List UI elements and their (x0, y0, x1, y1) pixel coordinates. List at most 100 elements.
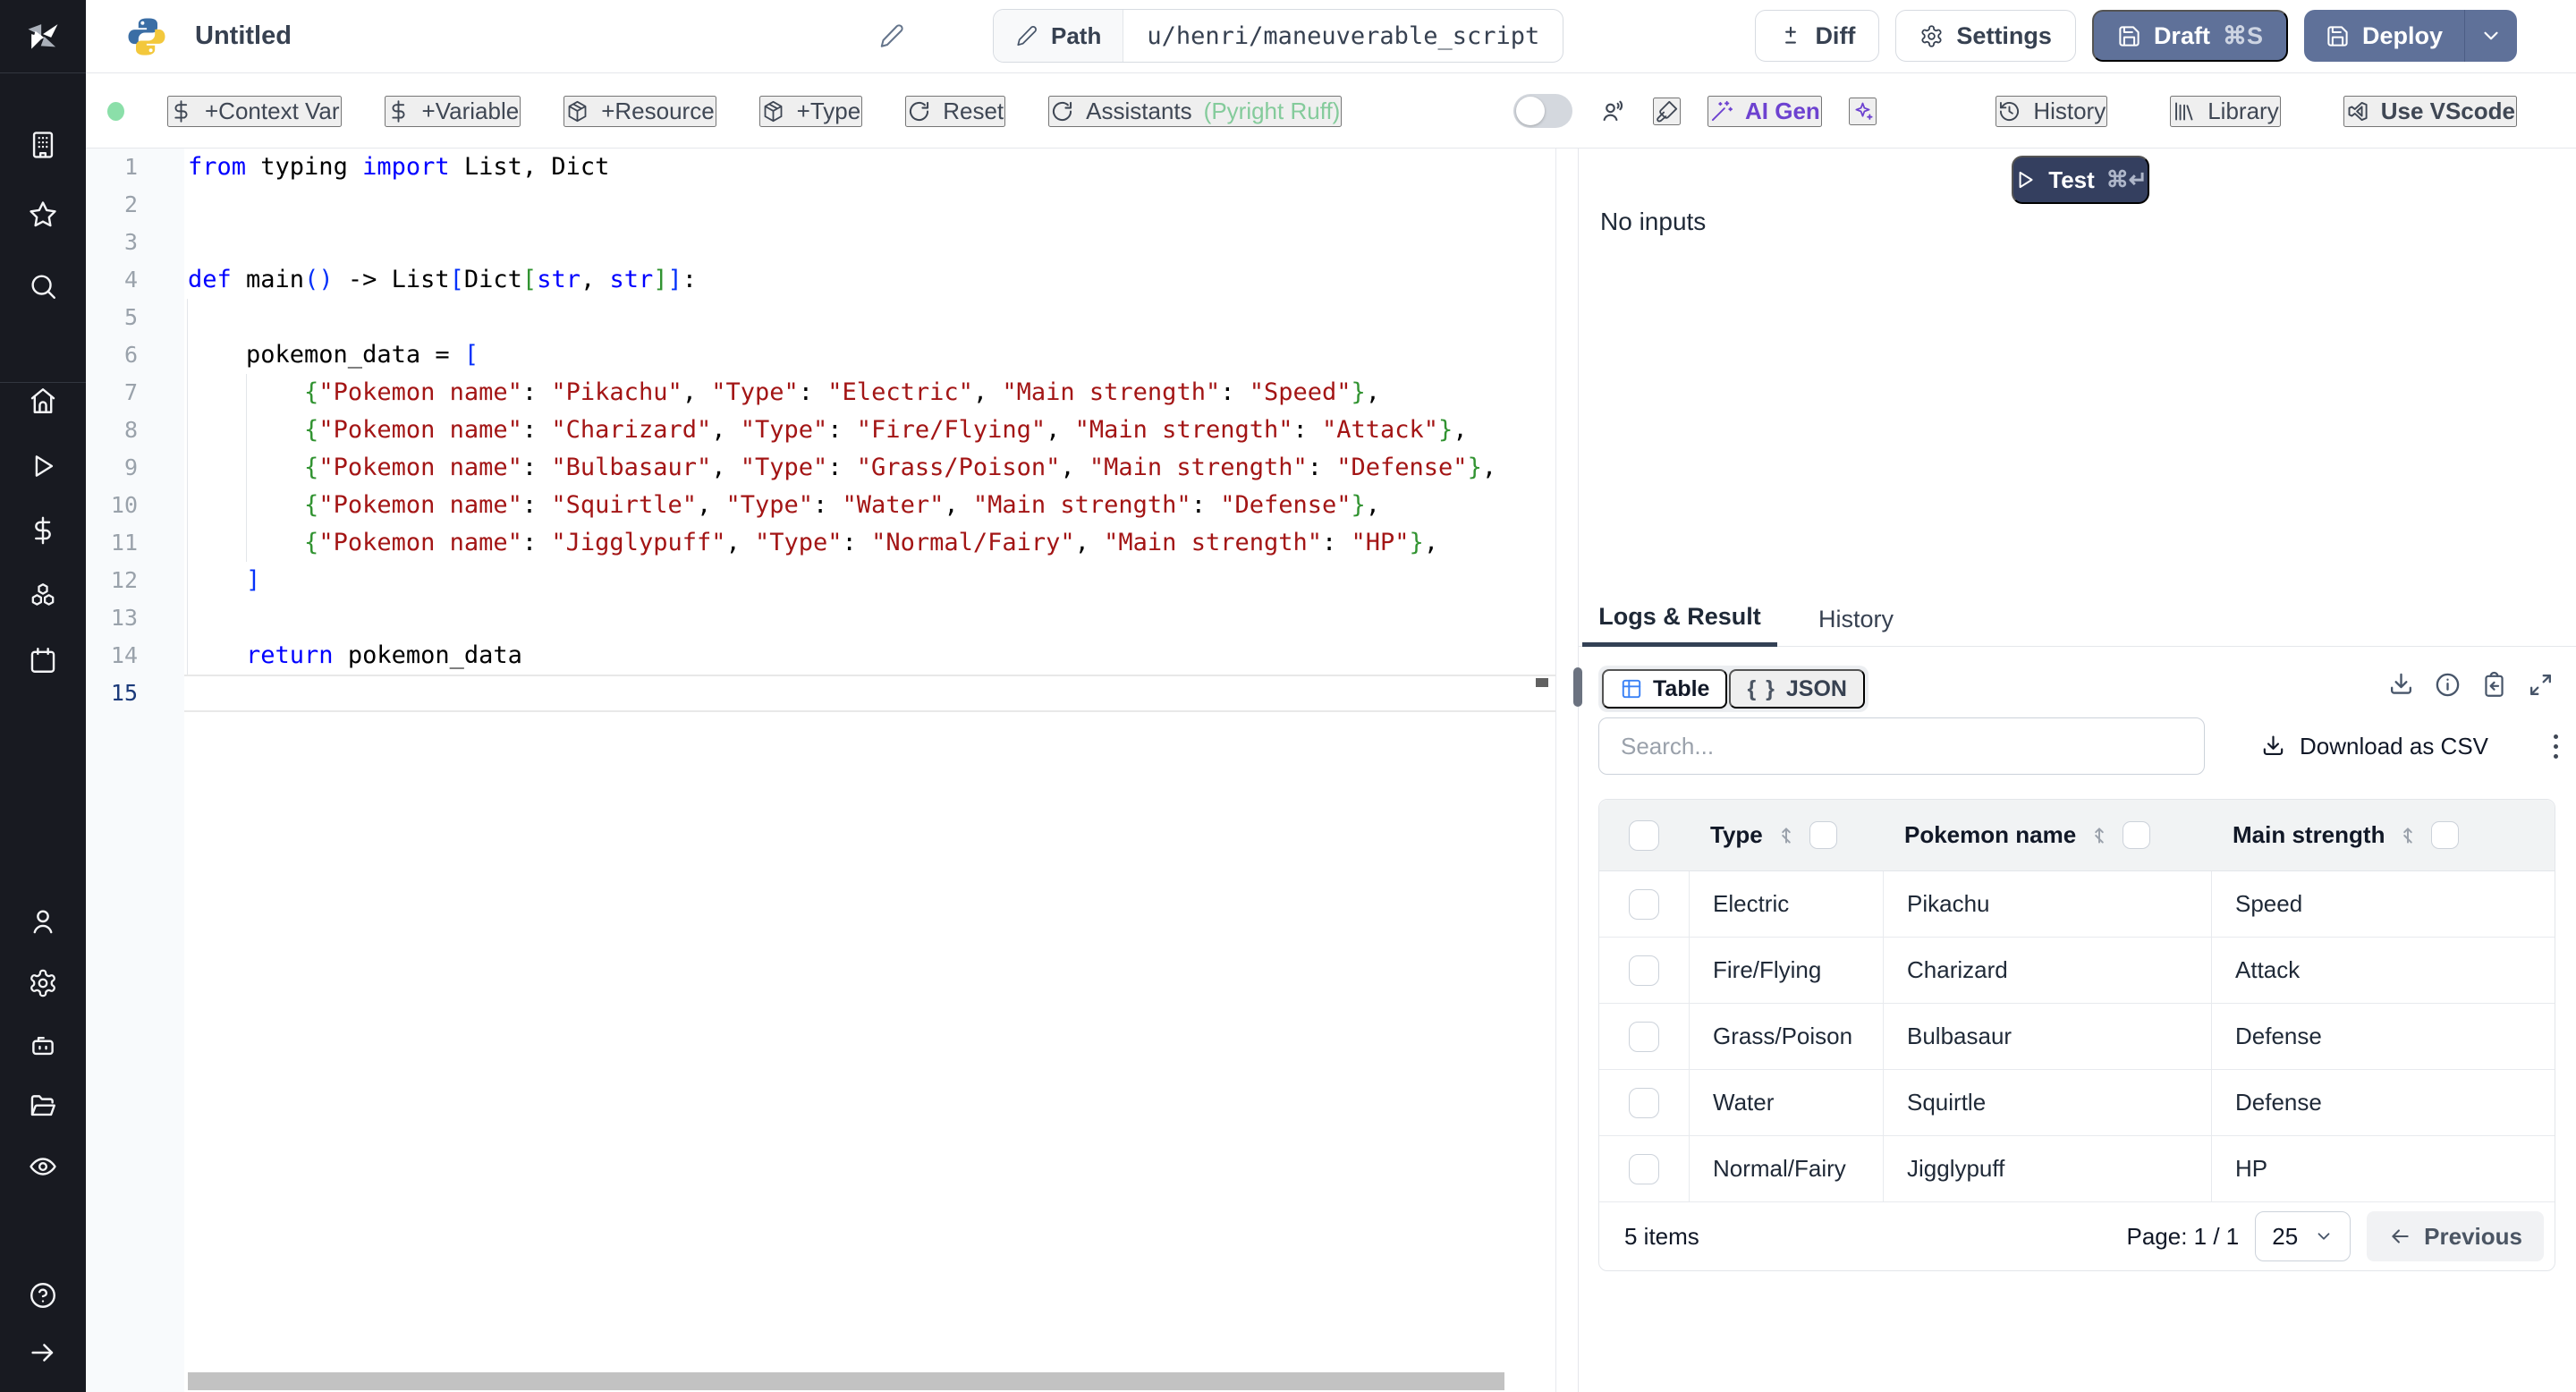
sidebar-item-folders[interactable] (0, 1077, 86, 1134)
view-table-button[interactable]: Table (1602, 669, 1728, 709)
page-size-select[interactable]: 25 (2255, 1211, 2351, 1261)
table-body: Electric Pikachu Speed Fire/Flying Charizard… (1599, 871, 2555, 1202)
result-actions (2387, 671, 2555, 699)
sidebar-item-settings[interactable] (0, 955, 86, 1012)
clipboard-copy-icon[interactable] (2480, 671, 2508, 699)
sort-updown-icon[interactable] (1775, 824, 1798, 847)
view-json-button[interactable]: { } JSON (1729, 669, 1865, 709)
row-checkbox[interactable] (1629, 1153, 1659, 1184)
kebab-menu-button[interactable] (2534, 725, 2576, 768)
tab-history[interactable]: History (1802, 591, 1910, 647)
column-filter-box[interactable] (2431, 821, 2460, 849)
sidebar-item-workers[interactable] (0, 1016, 86, 1074)
code-line[interactable]: {"Pokemon name": "Jigglypuff", "Type": "… (188, 524, 1555, 562)
draft-button[interactable]: Draft ⌘S (2091, 10, 2288, 62)
code-line[interactable] (188, 224, 1555, 261)
library-button[interactable]: Library (2170, 95, 2281, 127)
download-csv-button[interactable]: Download as CSV (2260, 717, 2488, 775)
settings-button[interactable]: Settings (1895, 10, 2076, 62)
star-icon (30, 201, 56, 227)
code-editor[interactable]: 1 2 3 4 5 6 7 8 9 10 11 12 13 14 15 from typing import… (86, 149, 1556, 1392)
table-cell: Normal/Fairy (1689, 1136, 1883, 1201)
code-line[interactable]: pokemon_data = [ (188, 336, 1555, 374)
row-checkbox[interactable] (1629, 888, 1659, 920)
package-icon (568, 100, 587, 122)
row-checkbox[interactable] (1629, 1021, 1659, 1052)
row-checkbox[interactable] (1629, 955, 1659, 986)
table-row: Water Squirtle Defense (1599, 1070, 2555, 1136)
sidebar-item-runs[interactable] (0, 437, 86, 495)
select-all-checkbox[interactable] (1629, 819, 1659, 851)
assistants-button[interactable]: Assistants (Pyright Ruff) (1048, 95, 1343, 127)
line-number: 2 (123, 191, 138, 217)
row-checkbox[interactable] (1629, 1087, 1659, 1118)
code-line[interactable]: {"Pokemon name": "Pikachu", "Type": "Ele… (188, 374, 1555, 412)
expand-icon[interactable] (2527, 671, 2555, 699)
header-cell: Pokemon name (1883, 800, 2211, 870)
path-label-section: Path (994, 10, 1124, 62)
sidebar-item-expand[interactable] (0, 1324, 86, 1381)
sidebar-item-help[interactable] (0, 1267, 86, 1324)
sort-updown-icon[interactable] (2396, 824, 2419, 847)
library-icon (2175, 102, 2193, 120)
sidebar-item-variables[interactable] (0, 502, 86, 559)
package-icon (764, 100, 783, 122)
code-line[interactable] (188, 299, 1555, 336)
editor-horizontal-scrollbar[interactable] (188, 1372, 1504, 1390)
test-shortcut: ⌘↵ (2106, 167, 2148, 192)
code-line[interactable] (188, 675, 1555, 712)
code-line[interactable]: {"Pokemon name": "Squirtle", "Type": "Wa… (188, 487, 1555, 524)
download-icon[interactable] (2387, 671, 2415, 699)
column-filter-box[interactable] (1809, 821, 1837, 849)
code-line[interactable]: {"Pokemon name": "Bulbasaur", "Type": "G… (188, 449, 1555, 487)
multiplayer-toggle[interactable] (1513, 94, 1572, 128)
script-history-button[interactable]: History (1996, 95, 2108, 127)
code-line[interactable] (188, 186, 1555, 224)
search-input[interactable] (1598, 717, 2205, 775)
deploy-dropdown-button[interactable] (2464, 10, 2517, 62)
code-line[interactable]: ] (188, 562, 1555, 599)
sparkles-icon (1855, 102, 1873, 120)
diff-button[interactable]: Diff (1755, 10, 1880, 62)
folder-open-icon (30, 1095, 55, 1116)
code-line[interactable]: def main() -> List[Dict[str, str]]: (188, 261, 1555, 299)
editor-code-area[interactable]: from typing import List, Dict def main() … (184, 149, 1555, 1371)
previous-page-button[interactable]: Previous (2367, 1211, 2544, 1261)
sidebar-item-home[interactable] (0, 372, 86, 429)
code-line[interactable] (188, 599, 1555, 637)
reset-button[interactable]: Reset (905, 95, 1006, 127)
sort-updown-icon[interactable] (2088, 824, 2111, 847)
code-line[interactable]: from typing import List, Dict (188, 149, 1555, 186)
sidebar-item-audit-logs[interactable] (0, 1138, 86, 1195)
sparkles-button[interactable] (1848, 97, 1877, 125)
table-cell: Charizard (1883, 938, 2211, 1003)
windmill-logo-icon[interactable] (0, 7, 86, 64)
sidebar-item-search[interactable] (0, 258, 86, 315)
tab-logs-result[interactable]: Logs & Result (1582, 591, 1777, 647)
add-variable-button[interactable]: +Variable (384, 95, 521, 127)
test-button[interactable]: Test ⌘↵ (2012, 156, 2149, 204)
sidebar-item-favorites[interactable] (0, 186, 86, 243)
path-value[interactable]: u/henri/maneuverable_script (1123, 10, 1563, 62)
table-cell: Squirtle (1883, 1070, 2211, 1135)
sidebar-item-users[interactable] (0, 893, 86, 950)
code-line[interactable]: {"Pokemon name": "Charizard", "Type": "F… (188, 412, 1555, 449)
panel-splitter-handle[interactable] (1573, 667, 1582, 707)
column-filter-box[interactable] (2123, 821, 2151, 849)
path-field[interactable]: Path u/henri/maneuverable_script (993, 9, 1564, 63)
row-select-cell (1599, 938, 1689, 1003)
info-icon[interactable] (2434, 671, 2462, 699)
format-brush-button[interactable] (1653, 97, 1681, 125)
sidebar-item-resources[interactable] (0, 567, 86, 624)
add-resource-button[interactable]: +Resource (564, 95, 716, 127)
add-type-button[interactable]: +Type (758, 95, 863, 127)
row-select-cell (1599, 871, 1689, 937)
sidebar-item-schedules[interactable] (0, 632, 86, 689)
deploy-button[interactable]: Deploy (2304, 10, 2464, 62)
add-context-var-button[interactable]: +Context Var (167, 95, 342, 127)
use-vscode-button[interactable]: Use VScode (2343, 95, 2517, 127)
sidebar-item-workspace[interactable] (0, 116, 86, 174)
edit-summary-pencil-icon[interactable] (878, 22, 905, 54)
ai-gen-button[interactable]: AI Gen (1707, 95, 1822, 127)
code-line[interactable]: return pokemon_data (188, 637, 1555, 675)
